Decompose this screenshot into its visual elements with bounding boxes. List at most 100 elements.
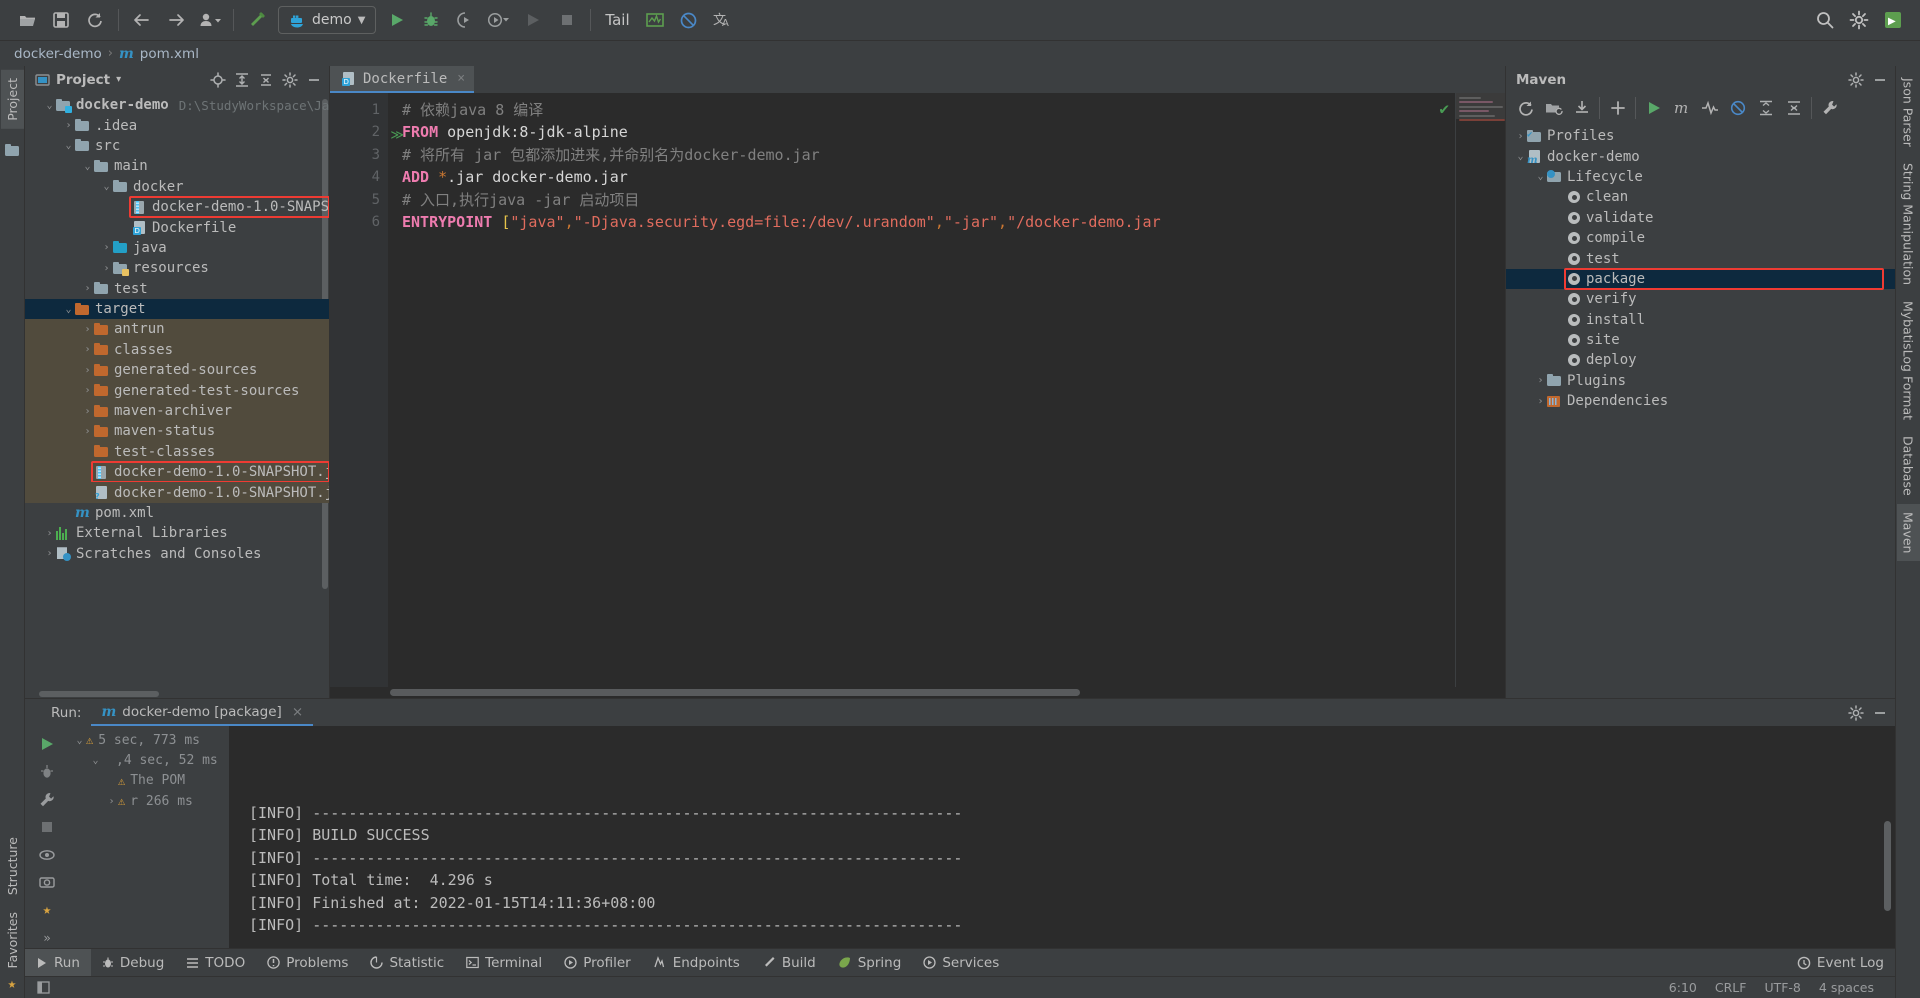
maven-tree-row[interactable]: ·compile [1506, 228, 1895, 248]
collapse-all-icon[interactable] [255, 69, 277, 91]
bottom-tab-debug[interactable]: Debug [91, 949, 175, 976]
chevron-right-icon[interactable]: · [119, 222, 132, 233]
maven-goal-tree[interactable]: ›Profiles⌄docker-demo⌄Lifecycle·clean·va… [1506, 123, 1895, 698]
bottom-tab-endpoints[interactable]: Endpoints [642, 949, 751, 976]
event-log-button[interactable]: Event Log [1786, 949, 1895, 976]
expand-all-icon[interactable] [1752, 96, 1779, 121]
chevron-down-icon[interactable]: ⌄ [62, 304, 75, 315]
chevron-down-icon[interactable]: ⌄ [81, 161, 94, 172]
maven-tree-row[interactable]: ›Plugins [1506, 371, 1895, 391]
chevron-right-icon[interactable]: · [1554, 253, 1567, 264]
hide-icon[interactable] [1869, 69, 1891, 91]
close-icon[interactable]: × [292, 704, 303, 720]
line-separator[interactable]: CRLF [1706, 980, 1756, 995]
tab-dockerfile[interactable]: Dockerfile × [330, 66, 474, 93]
tree-row[interactable]: ›.idea [25, 115, 329, 135]
indent-setting[interactable]: 4 spaces [1810, 980, 1883, 995]
expand-all-icon[interactable] [231, 69, 253, 91]
chevron-right-icon[interactable]: · [62, 508, 75, 519]
editor-hscrollbar[interactable] [330, 687, 1505, 698]
translate-icon[interactable]: 文A [706, 5, 740, 35]
wrench-icon[interactable] [34, 789, 60, 810]
chevron-right-icon[interactable]: · [1554, 273, 1567, 284]
bottom-tab-terminal[interactable]: Terminal [455, 949, 553, 976]
chevron-right-icon[interactable]: · [1554, 233, 1567, 244]
chevron-down-icon[interactable]: ⌄ [1514, 151, 1527, 162]
chevron-right-icon[interactable]: › [1534, 396, 1547, 407]
bottom-tab-profiler[interactable]: Profiler [553, 949, 642, 976]
tree-row[interactable]: ·test-classes [25, 442, 329, 462]
tree-row[interactable]: ›maven-archiver [25, 401, 329, 421]
project-file-tree[interactable]: ⌄docker-demoD:\StudyWorkspace\JavaWorksp… [25, 93, 329, 689]
add-icon[interactable] [1604, 96, 1631, 121]
tree-row[interactable]: ›generated-test-sources [25, 380, 329, 400]
download-sources-icon[interactable] [1568, 96, 1595, 121]
code-text[interactable]: # 依赖java 8 编译FROM openjdk:8-jdk-alpine# … [388, 93, 1505, 687]
sidebar-item-mybatislog-format[interactable]: MybatisLog Format [1897, 293, 1920, 428]
chevron-down-icon[interactable]: ⌄ [100, 181, 113, 192]
search-icon[interactable] [1808, 5, 1842, 35]
tree-row[interactable]: ⌄docker-demoD:\StudyWorkspace\JavaWorksp [25, 95, 329, 115]
caret-position[interactable]: 6:10 [1660, 980, 1706, 995]
breadcrumb-file[interactable]: pom.xml [140, 46, 199, 62]
maven-tree-row[interactable]: ·test [1506, 248, 1895, 268]
debug-icon[interactable] [414, 5, 448, 35]
locate-icon[interactable] [207, 69, 229, 91]
camera-icon[interactable] [34, 872, 60, 893]
run-icon[interactable] [380, 5, 414, 35]
console-scrollbar[interactable] [1884, 821, 1891, 911]
chevron-right-icon[interactable]: · [1554, 212, 1567, 223]
tab-docker-demo-package[interactable]: m docker-demo [package] × [91, 699, 313, 726]
chevron-right-icon[interactable]: › [81, 426, 94, 437]
settings-wrench-icon[interactable] [1816, 96, 1843, 121]
code-editor[interactable]: 12≫3456 # 依赖java 8 编译FROM openjdk:8-jdk-… [330, 93, 1505, 687]
sidebar-item-structure[interactable]: Structure [1, 829, 24, 903]
save-icon[interactable] [44, 5, 78, 35]
tree-row[interactable]: ›maven-status [25, 421, 329, 441]
chevron-right-icon[interactable]: · [1554, 294, 1567, 305]
profile-run-icon[interactable] [482, 5, 516, 35]
tree-row[interactable]: ⌄docker [25, 177, 329, 197]
chevron-right-icon[interactable]: › [81, 365, 94, 376]
chevron-right-icon[interactable]: › [43, 528, 56, 539]
tree-row[interactable]: ›java [25, 238, 329, 258]
more-icon[interactable]: » [34, 927, 60, 948]
chevron-right-icon[interactable]: › [81, 385, 94, 396]
chevron-right-icon[interactable]: · [81, 487, 94, 498]
sidebar-item-maven[interactable]: Maven [1897, 504, 1920, 561]
skip-tests-icon[interactable] [1696, 96, 1723, 121]
bottom-tab-build[interactable]: Build [751, 949, 827, 976]
sidebar-item-json-parser[interactable]: Json Parser [1897, 70, 1920, 155]
chevron-right-icon[interactable]: · [119, 202, 132, 213]
maven-tree-row[interactable]: ·site [1506, 330, 1895, 350]
run-console-output[interactable]: [INFO] ---------------------------------… [229, 726, 1895, 948]
build-hammer-icon[interactable] [240, 5, 274, 35]
run-test-tree[interactable]: ⌄⚠5 sec, 773 ms⌄,4 sec, 52 ms·⚠The POM›⚠… [69, 726, 229, 948]
tree-row[interactable]: ·docker-demo-1.0-SNAPSHOT.jar.origin [25, 482, 329, 502]
chevron-right-icon[interactable]: › [81, 324, 94, 335]
settings-icon[interactable] [279, 69, 301, 91]
bottom-tab-problems[interactable]: Problems [256, 949, 359, 976]
hide-icon[interactable] [303, 69, 325, 91]
chevron-right-icon[interactable]: › [1534, 375, 1547, 386]
editor-minimap[interactable] [1455, 93, 1505, 687]
run-tree-row[interactable]: ⌄,4 sec, 52 ms [69, 750, 229, 770]
chevron-down-icon[interactable]: ⌄ [73, 735, 86, 746]
chevron-right-icon[interactable]: › [81, 406, 94, 417]
add-module-icon[interactable] [1540, 96, 1567, 121]
chevron-right-icon[interactable]: › [100, 263, 113, 274]
chevron-right-icon[interactable]: · [105, 775, 118, 786]
minimap-viewport[interactable] [1456, 93, 1505, 119]
chevron-right-icon[interactable]: · [1554, 192, 1567, 203]
collapse-all-icon[interactable] [1780, 96, 1807, 121]
maven-tree-row[interactable]: ⌄docker-demo [1506, 146, 1895, 166]
user-profile-icon[interactable] [193, 5, 227, 35]
tree-row[interactable]: ›classes [25, 340, 329, 360]
chevron-right-icon[interactable]: › [43, 548, 56, 559]
pin-icon[interactable]: ★ [34, 900, 60, 921]
inspection-ok-icon[interactable]: ✔ [1439, 99, 1449, 118]
sidebar-item-string-manipulation[interactable]: String Manipulation [1897, 155, 1920, 293]
chevron-right-icon[interactable]: · [1554, 335, 1567, 346]
run-icon[interactable] [1640, 96, 1667, 121]
forward-arrow-icon[interactable] [159, 5, 193, 35]
